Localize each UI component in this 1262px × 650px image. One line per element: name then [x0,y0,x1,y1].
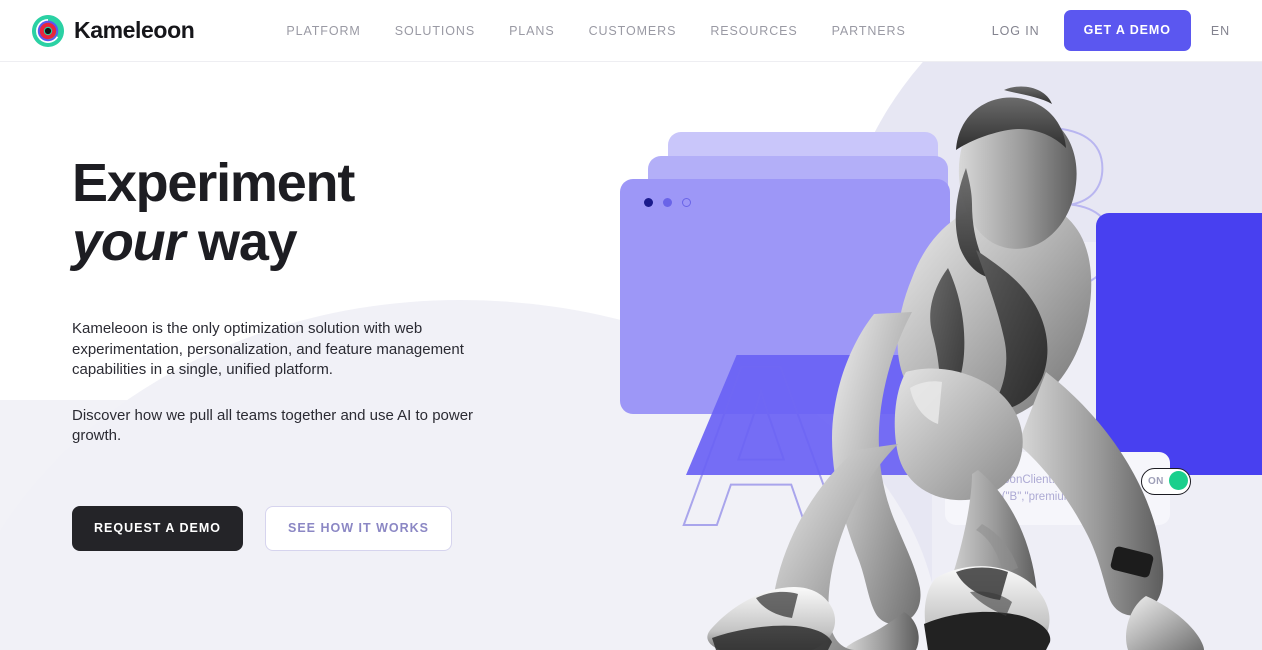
toggle-knob[interactable] [1168,471,1188,490]
hero-title-line-1: Experiment [72,153,355,213]
nav-item-customers[interactable]: CUSTOMERS [572,18,694,44]
request-a-demo-button[interactable]: REQUEST A DEMO [72,505,243,551]
hero-visual: B A [600,62,1262,650]
hero-section: Experiment your way Kameleoon is the onl… [0,62,1262,650]
page-root: Kameleoon PLATFORM SOLUTIONS PLANS CUSTO… [0,0,1262,650]
nav-item-plans[interactable]: PLANS [492,18,572,44]
brand-name: Kameleoon [74,17,195,43]
nav-item-platform[interactable]: PLATFORM [269,18,377,44]
nav-item-resources[interactable]: RESOURCES [693,18,814,44]
language-switcher[interactable]: EN [1207,18,1234,44]
hero-paragraph-secondary: Discover how we pull all teams together … [72,406,474,445]
site-header: Kameleoon PLATFORM SOLUTIONS PLANS CUSTO… [0,0,1262,62]
login-link[interactable]: LOG IN [982,18,1050,44]
get-a-demo-button[interactable]: GET A DEMO [1063,10,1191,51]
see-how-it-works-button[interactable]: SEE HOW IT WORKS [264,505,452,551]
header-actions: LOG IN GET A DEMO EN [982,10,1234,51]
hero-title-line-2-rest: way [184,212,298,272]
page-title: Experiment your way [72,154,542,272]
nav-item-solutions[interactable]: SOLUTIONS [378,18,492,44]
hero-paragraph-primary: Kameleoon is the only optimization solut… [72,320,464,378]
main-navigation: PLATFORM SOLUTIONS PLANS CUSTOMERS RESOU… [269,18,922,44]
hero-copy: Experiment your way Kameleoon is the onl… [72,154,542,551]
nav-item-partners[interactable]: PARTNERS [815,18,923,44]
runner-photo [660,72,1220,650]
hero-title-emphasis: your [72,212,185,272]
kameleoon-target-logo-icon [32,14,64,47]
toggle-state-label: ON [1148,476,1164,487]
brand-logo-link[interactable]: Kameleoon [32,14,195,47]
window-dot-active-icon [644,198,653,207]
feature-flag-toggle[interactable]: ON [1141,468,1191,495]
hero-cta-group: REQUEST A DEMO SEE HOW IT WORKS [72,505,542,551]
